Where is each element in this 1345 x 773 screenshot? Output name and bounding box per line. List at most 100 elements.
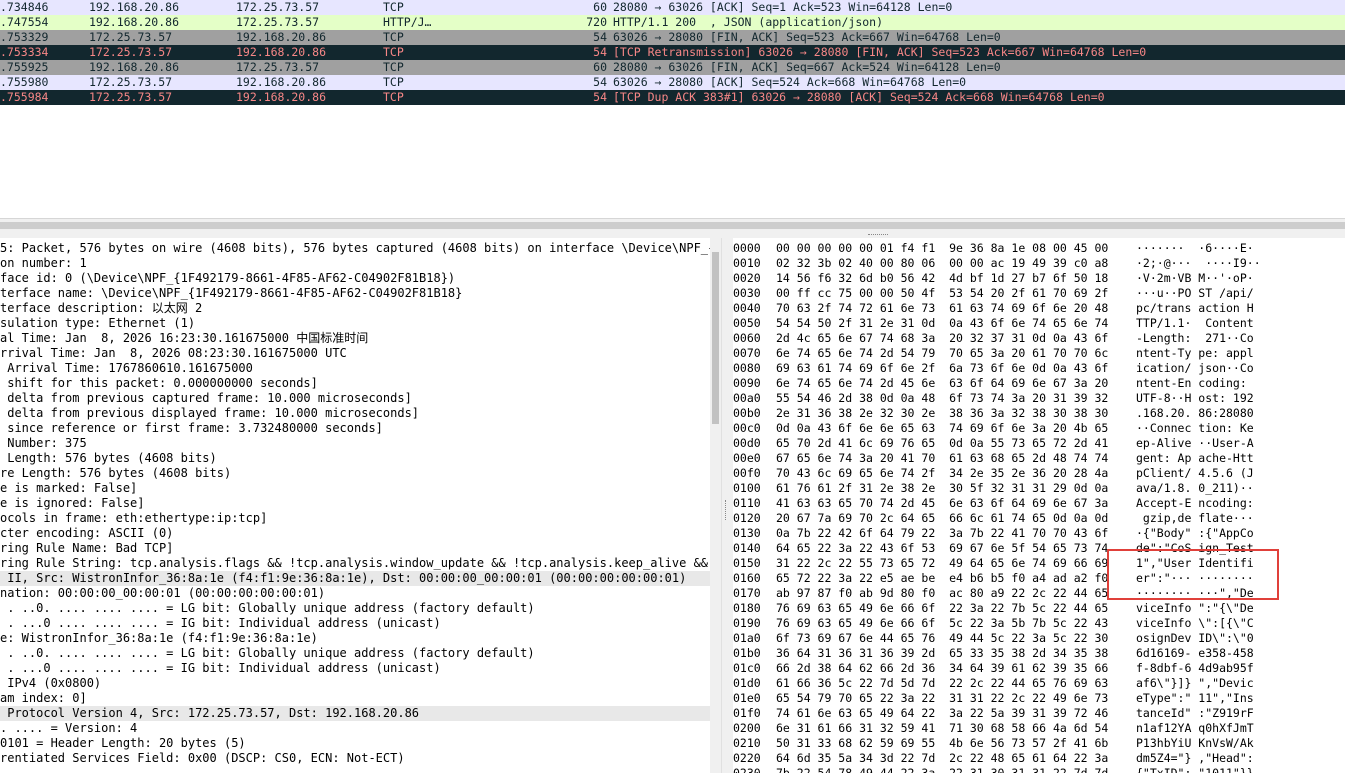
detail-tree-item[interactable]: delta from previous displayed frame: 10.… <box>0 406 710 421</box>
hex-ascii: af6\"}]} ","Devic <box>1136 676 1254 690</box>
hex-row[interactable]: 01b0 36 64 31 36 31 36 39 2d 65 33 35 38 … <box>733 646 1345 661</box>
detail-tree-item[interactable]: since reference or first frame: 3.732480… <box>0 421 710 436</box>
hex-row[interactable]: 0050 54 54 50 2f 31 2e 31 0d 0a 43 6f 6e … <box>733 316 1345 331</box>
detail-tree-item[interactable]: . ...0 .... .... .... = IG bit: Individu… <box>0 616 710 631</box>
packet-row[interactable]: .753334 172.25.73.57 192.168.20.86 TCP 54 [TC… <box>0 45 1345 60</box>
detail-tree-item[interactable]: ring Rule String: tcp.analysis.flags && … <box>0 556 710 571</box>
detail-tree-item[interactable]: shift for this packet: 0.000000000 secon… <box>0 376 710 391</box>
hex-row[interactable]: 0070 6e 74 65 6e 74 2d 54 79 70 65 3a 20 … <box>733 346 1345 361</box>
details-vertical-scrollbar[interactable] <box>710 238 721 773</box>
detail-tree-item[interactable]: Arrival Time: 1767860610.161675000 <box>0 361 710 376</box>
packet-bytes-pane[interactable]: 0000 00 00 00 00 00 01 f4 f1 9e 36 8a 1e … <box>733 238 1345 773</box>
packet-length: 720 <box>586 15 607 29</box>
hex-row[interactable]: 01e0 65 54 79 70 65 22 3a 22 31 31 22 2c … <box>733 691 1345 706</box>
detail-tree-item[interactable]: e is marked: False] <box>0 481 710 496</box>
detail-tree-item[interactable]: ocols in frame: eth:ethertype:ip:tcp] <box>0 511 710 526</box>
detail-tree-item[interactable]: . ..0. .... .... .... = LG bit: Globally… <box>0 601 710 616</box>
detail-tree-item[interactable]: nation: 00:00:00_00:00:01 (00:00:00:00:0… <box>0 586 710 601</box>
detail-tree-item[interactable]: Protocol Version 4, Src: 172.25.73.57, D… <box>0 706 710 721</box>
detail-tree-item[interactable]: ring Rule Name: Bad TCP] <box>0 541 710 556</box>
hex-row[interactable]: 00b0 2e 31 36 38 2e 32 30 2e 38 36 3a 32 … <box>733 406 1345 421</box>
hex-row[interactable]: 0210 50 31 33 68 62 59 69 55 4b 6e 56 73 … <box>733 736 1345 751</box>
detail-tree-item[interactable]: . ..0. .... .... .... = LG bit: Globally… <box>0 646 710 661</box>
packet-row[interactable]: .755925 192.168.20.86 172.25.73.57 TCP 60 280… <box>0 60 1345 75</box>
hex-row[interactable]: 01d0 61 66 36 5c 22 7d 5d 7d 22 2c 22 44 … <box>733 676 1345 691</box>
hex-bytes: 0a 7b 22 42 6f 64 79 22 3a 7b 22 41 70 7… <box>776 526 1109 540</box>
hex-row[interactable]: 00e0 67 65 6e 74 3a 20 41 70 61 63 68 65 … <box>733 451 1345 466</box>
hex-ascii: ···u··PO ST /api/ <box>1136 286 1254 300</box>
packet-list-horizontal-scrollbar[interactable] <box>0 218 1345 234</box>
hex-offset: 0120 <box>733 511 761 525</box>
splitter-grip-icon[interactable] <box>725 500 729 520</box>
packet-info: 28080 → 63026 [ACK] Seq=1 Ack=523 Win=64… <box>613 0 953 14</box>
detail-tree-item[interactable]: . ...0 .... .... .... = IG bit: Individu… <box>0 661 710 676</box>
detail-tree-item[interactable]: Length: 576 bytes (4608 bits) <box>0 451 710 466</box>
detail-tree-item[interactable]: 0101 = Header Length: 20 bytes (5) <box>0 736 710 751</box>
detail-tree-item[interactable]: re Length: 576 bytes (4608 bits) <box>0 466 710 481</box>
hex-row[interactable]: 01f0 74 61 6e 63 65 49 64 22 3a 22 5a 39 … <box>733 706 1345 721</box>
packet-row[interactable]: .747554 192.168.20.86 172.25.73.57 HTTP/J… 7… <box>0 15 1345 30</box>
detail-tree-item[interactable]: IPv4 (0x0800) <box>0 676 710 691</box>
hex-row[interactable]: 0010 02 32 3b 02 40 00 80 06 00 00 ac 19 … <box>733 256 1345 271</box>
hex-ascii: ·{"Body" :{"AppCo <box>1136 526 1254 540</box>
detail-tree-item[interactable]: e is ignored: False] <box>0 496 710 511</box>
hex-row[interactable]: 0230 7b 22 54 78 49 44 22 3a 22 31 30 31 … <box>733 766 1345 773</box>
packet-details-pane[interactable]: 5: Packet, 576 bytes on wire (4608 bits)… <box>0 238 710 773</box>
hex-offset: 01a0 <box>733 631 761 645</box>
hex-row[interactable]: 0040 70 63 2f 74 72 61 6e 73 61 63 74 69 … <box>733 301 1345 316</box>
packet-row[interactable]: .755984 172.25.73.57 192.168.20.86 TCP 54 [TC… <box>0 90 1345 105</box>
hex-row[interactable]: 0000 00 00 00 00 00 01 f4 f1 9e 36 8a 1e … <box>733 241 1345 256</box>
scrollbar-thumb[interactable] <box>0 222 1345 229</box>
hex-row[interactable]: 0030 00 ff cc 75 00 00 50 4f 53 54 20 2f … <box>733 286 1345 301</box>
detail-tree-item[interactable]: 5: Packet, 576 bytes on wire (4608 bits)… <box>0 241 710 256</box>
packet-source: 172.25.73.57 <box>89 45 173 59</box>
hex-row[interactable]: 00c0 0d 0a 43 6f 6e 6e 65 63 74 69 6f 6e … <box>733 421 1345 436</box>
packet-source: 192.168.20.86 <box>89 60 180 74</box>
packet-list[interactable]: .734846 192.168.20.86 172.25.73.57 TCP 60 280… <box>0 0 1345 218</box>
detail-tree-item[interactable]: cter encoding: ASCII (0) <box>0 526 710 541</box>
detail-tree-item[interactable]: II, Src: WistronInfor_36:8a:1e (f4:f1:9e… <box>0 571 710 586</box>
hex-row[interactable]: 0200 6e 31 61 66 31 32 59 41 71 30 68 58 … <box>733 721 1345 736</box>
hex-row[interactable]: 00a0 55 54 46 2d 38 0d 0a 48 6f 73 74 3a … <box>733 391 1345 406</box>
detail-tree-item[interactable]: . .... = Version: 4 <box>0 721 710 736</box>
hex-row[interactable]: 0120 20 67 7a 69 70 2c 64 65 66 6c 61 74 … <box>733 511 1345 526</box>
hex-row[interactable]: 0060 2d 4c 65 6e 67 74 68 3a 20 32 37 31 … <box>733 331 1345 346</box>
hex-row[interactable]: 0180 76 69 63 65 49 6e 66 6f 22 3a 22 7b … <box>733 601 1345 616</box>
packet-row[interactable]: .753329 172.25.73.57 192.168.20.86 TCP 54 630… <box>0 30 1345 45</box>
hex-row[interactable]: 0090 6e 74 65 6e 74 2d 45 6e 63 6f 64 69 … <box>733 376 1345 391</box>
detail-tree-item[interactable]: al Time: Jan 8, 2026 16:23:30.161675000 … <box>0 331 710 346</box>
hex-bytes: 64 65 22 3a 22 43 6f 53 69 67 6e 5f 54 6… <box>776 541 1109 555</box>
detail-tree-item[interactable]: on number: 1 <box>0 256 710 271</box>
detail-tree-item[interactable]: am index: 0] <box>0 691 710 706</box>
hex-row[interactable]: 0130 0a 7b 22 42 6f 64 79 22 3a 7b 22 41 … <box>733 526 1345 541</box>
hex-row[interactable]: 0100 61 76 61 2f 31 2e 38 2e 30 5f 32 31 … <box>733 481 1345 496</box>
hex-row[interactable]: 00d0 65 70 2d 41 6c 69 76 65 0d 0a 55 73 … <box>733 436 1345 451</box>
vertical-pane-splitter[interactable] <box>721 238 733 773</box>
hex-row[interactable]: 01a0 6f 73 69 67 6e 44 65 76 49 44 5c 22 … <box>733 631 1345 646</box>
detail-tree-item[interactable]: face id: 0 (\Device\NPF_{1F492179-8661-4… <box>0 271 710 286</box>
hex-row[interactable]: 0220 64 6d 35 5a 34 3d 22 7d 2c 22 48 65 … <box>733 751 1345 766</box>
hex-row[interactable]: 0190 76 69 63 65 49 6e 66 6f 5c 22 3a 5b … <box>733 616 1345 631</box>
hex-offset: 00c0 <box>733 421 761 435</box>
hex-offset: 0020 <box>733 271 761 285</box>
detail-tree-item[interactable]: Number: 375 <box>0 436 710 451</box>
hex-row[interactable]: 0080 69 63 61 74 69 6f 6e 2f 6a 73 6f 6e … <box>733 361 1345 376</box>
packet-row[interactable]: .734846 192.168.20.86 172.25.73.57 TCP 60 280… <box>0 0 1345 15</box>
detail-tree-item[interactable]: rentiated Services Field: 0x00 (DSCP: CS… <box>0 751 710 766</box>
hex-row[interactable]: 01c0 66 2d 38 64 62 66 2d 36 34 64 39 61 … <box>733 661 1345 676</box>
packet-row[interactable]: .755980 172.25.73.57 192.168.20.86 TCP 54 630… <box>0 75 1345 90</box>
detail-tree-item[interactable]: terface description: 以太网 2 <box>0 301 710 316</box>
hex-offset: 01f0 <box>733 706 761 720</box>
scrollbar-thumb[interactable] <box>712 252 719 424</box>
hex-row[interactable]: 0110 41 63 63 65 70 74 2d 45 6e 63 6f 64 … <box>733 496 1345 511</box>
hex-row[interactable]: 00f0 70 43 6c 69 65 6e 74 2f 34 2e 35 2e … <box>733 466 1345 481</box>
hex-bytes: 00 00 00 00 00 01 f4 f1 9e 36 8a 1e 08 0… <box>776 241 1109 255</box>
packet-length: 54 <box>593 90 607 104</box>
detail-tree-item[interactable]: sulation type: Ethernet (1) <box>0 316 710 331</box>
detail-tree-item[interactable]: terface name: \Device\NPF_{1F492179-8661… <box>0 286 710 301</box>
detail-tree-item[interactable]: delta from previous captured frame: 10.0… <box>0 391 710 406</box>
detail-tree-item[interactable]: e: WistronInfor_36:8a:1e (f4:f1:9e:36:8a… <box>0 631 710 646</box>
packet-length: 60 <box>593 60 607 74</box>
hex-row[interactable]: 0020 14 56 f6 32 6d b0 56 42 4d bf 1d 27 … <box>733 271 1345 286</box>
detail-tree-item[interactable]: rrival Time: Jan 8, 2026 08:23:30.161675… <box>0 346 710 361</box>
